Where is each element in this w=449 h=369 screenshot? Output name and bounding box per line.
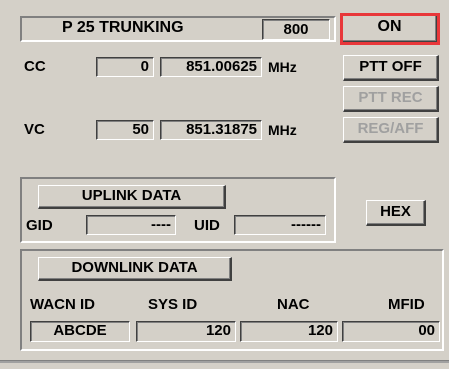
uid-label: UID	[194, 217, 220, 234]
vc-channel-field[interactable]: 50	[96, 120, 154, 140]
gid-label: GID	[26, 217, 53, 234]
vc-frequency-field[interactable]: 851.31875	[160, 120, 262, 140]
wacn-id-label: WACN ID	[30, 296, 95, 313]
vc-unit-label: MHz	[268, 122, 297, 138]
uplink-data-tab[interactable]: UPLINK DATA	[38, 185, 226, 209]
cc-frequency-field[interactable]: 851.00625	[160, 57, 262, 77]
downlink-data-tab[interactable]: DOWNLINK DATA	[38, 257, 232, 281]
cc-label: CC	[24, 58, 46, 75]
gid-field[interactable]: ----	[86, 215, 176, 235]
cc-channel-field[interactable]: 0	[96, 57, 154, 77]
bottom-divider	[0, 360, 449, 363]
uid-field[interactable]: ------	[234, 215, 326, 235]
nac-field[interactable]: 120	[240, 321, 338, 342]
mfid-field[interactable]: 00	[342, 321, 440, 342]
sys-id-label: SYS ID	[148, 296, 198, 313]
mfid-label: MFID	[388, 296, 425, 313]
sys-id-field[interactable]: 120	[136, 321, 236, 342]
cc-unit-label: MHz	[268, 59, 297, 75]
hex-button[interactable]: HEX	[366, 200, 426, 226]
wacn-id-field[interactable]: ABCDE	[30, 321, 130, 342]
band-display: 800	[262, 19, 330, 40]
nac-label: NAC	[277, 296, 310, 313]
ptt-rec-button[interactable]: PTT REC	[343, 86, 439, 112]
vc-label: VC	[24, 121, 45, 138]
ptt-off-button[interactable]: PTT OFF	[343, 55, 439, 81]
reg-aff-button[interactable]: REG/AFF	[343, 117, 439, 143]
power-on-button[interactable]: ON	[340, 13, 440, 45]
panel-title: P 25 TRUNKING	[62, 19, 184, 36]
p25-trunking-panel: P 25 TRUNKING 800 ON CC 0 851.00625 MHz …	[0, 0, 449, 369]
